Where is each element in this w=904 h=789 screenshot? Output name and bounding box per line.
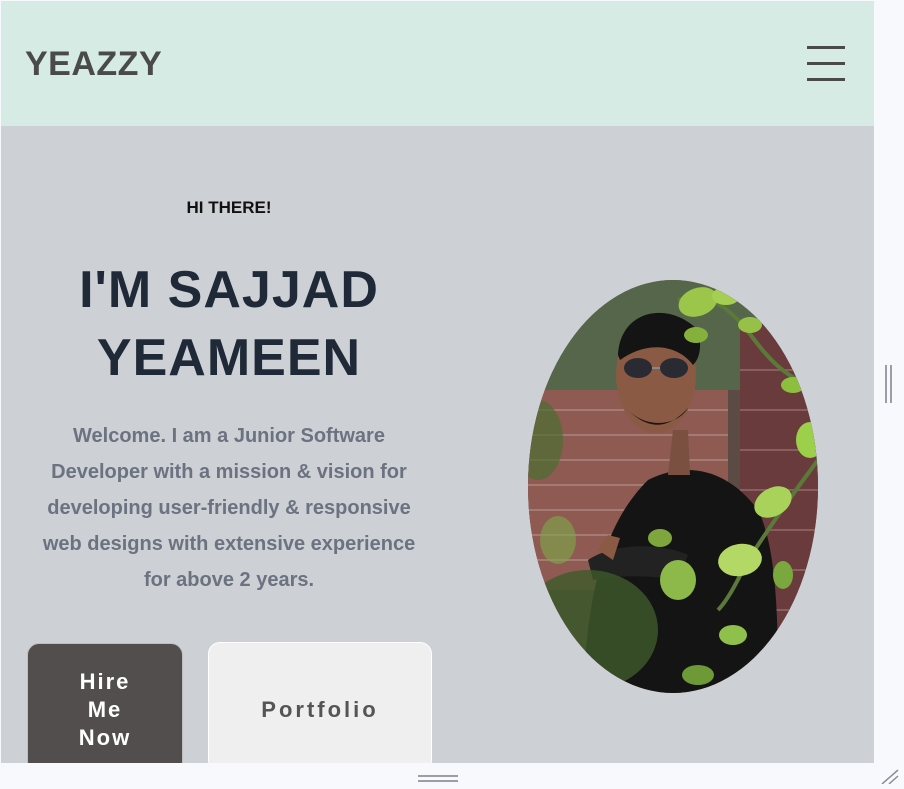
profile-photo-illustration (528, 280, 818, 693)
hero-text-block: HI THERE! I'M SAJJAD YEAMEEN Welcome. I … (21, 191, 437, 598)
horizontal-resize-handle-icon[interactable] (418, 774, 458, 784)
handle-line (418, 775, 458, 777)
headline-line-2: YEAMEEN (96, 329, 362, 387)
corner-resize-grip-icon[interactable] (880, 768, 900, 785)
hero-headline: I'M SAJJAD YEAMEEN (21, 256, 437, 392)
hire-label-2: Me (87, 697, 123, 722)
vertical-resize-handle-icon[interactable] (884, 365, 894, 403)
corner-resize-grip-svg (881, 769, 899, 785)
hamburger-bar (807, 78, 845, 81)
brand-logo[interactable]: YEAZZY (25, 45, 162, 84)
portfolio-button[interactable]: Portfolio (208, 642, 432, 763)
portfolio-label: Portfolio (261, 697, 379, 722)
hire-me-now-button[interactable]: Hire Me Now (27, 643, 183, 763)
profile-photo (528, 280, 818, 693)
hire-label-3: Now (78, 725, 132, 750)
headline-line-1: I'M SAJJAD (79, 261, 379, 319)
viewport-frame: YEAZZY HI THERE! I'M SAJJAD YEAMEEN Welc… (1, 1, 874, 763)
hamburger-menu-icon[interactable] (807, 46, 845, 82)
handle-line (890, 365, 892, 403)
hero-eyebrow: HI THERE! (186, 198, 272, 217)
navbar: YEAZZY (1, 1, 874, 126)
hire-label-1: Hire (79, 669, 131, 694)
hero-intro: Welcome. I am a Junior Software Develope… (42, 425, 416, 591)
handle-line (418, 780, 458, 782)
hamburger-bar (807, 46, 845, 49)
handle-line (885, 365, 887, 403)
hamburger-bar (807, 62, 845, 65)
